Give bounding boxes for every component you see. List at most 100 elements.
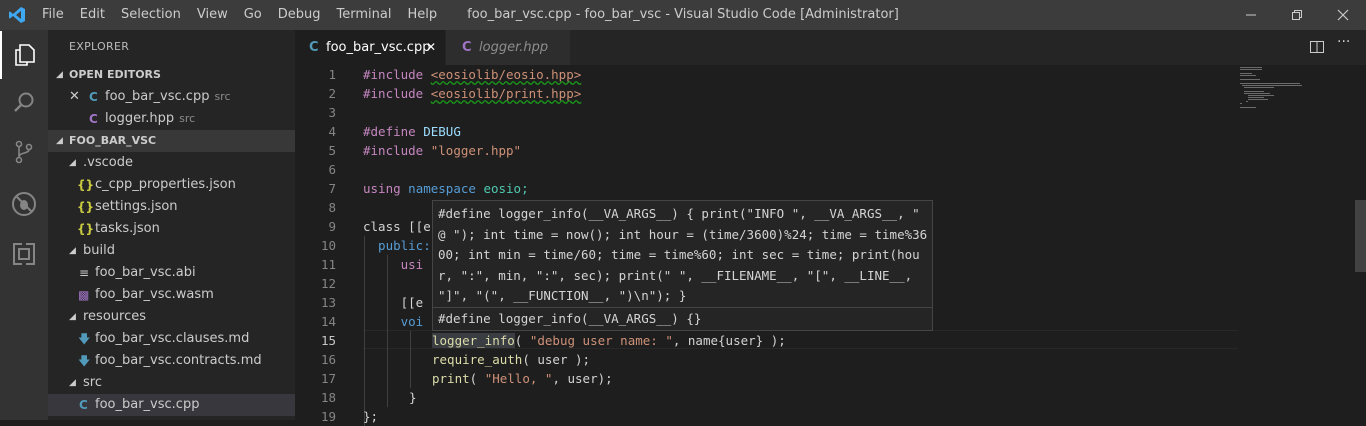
open-editors-header[interactable]: ◢ OPEN EDITORS <box>48 64 295 86</box>
tree-file[interactable]: {} c_cpp_properties.json <box>48 174 295 196</box>
close-icon[interactable]: ✕ <box>426 30 436 65</box>
minimize-icon <box>1246 14 1256 16</box>
tree-label: resources <box>83 309 147 324</box>
tree-file[interactable]: ▩ foo_bar_vsc.wasm <box>48 284 295 306</box>
tree-label: settings.json <box>95 199 178 214</box>
code-line: }; <box>363 409 379 424</box>
tree-label: c_cpp_properties.json <box>95 177 236 192</box>
code-line: using namespace eosio; <box>363 181 529 196</box>
chevron-down-icon: ◢ <box>56 136 63 146</box>
split-editor-icon <box>1310 41 1324 53</box>
extensions-icon <box>13 242 35 266</box>
menu-file[interactable]: File <box>34 0 72 30</box>
text-file-icon: ≡ <box>79 266 90 280</box>
split-editor-button[interactable] <box>1309 39 1325 55</box>
more-actions-button[interactable]: ··· <box>1337 34 1357 54</box>
code-line: public: <box>363 238 431 253</box>
hover-divider <box>433 307 932 308</box>
tree-folder[interactable]: ◢ src <box>48 372 295 394</box>
code-line: require_auth( user ); <box>432 352 591 367</box>
scrollbar-thumb[interactable] <box>1355 200 1366 272</box>
line-number: 13 <box>320 295 336 310</box>
tree-label: foo_bar_vsc.clauses.md <box>95 331 250 346</box>
macro-short-definition: #define logger_info(__VA_ARGS__) {} <box>438 311 702 326</box>
line-number: 5 <box>328 143 336 158</box>
tree-file[interactable]: {} settings.json <box>48 196 295 218</box>
tree-label: .vscode <box>83 155 133 170</box>
line-number: 8 <box>328 200 336 215</box>
menu-debug[interactable]: Debug <box>270 0 329 30</box>
open-editor-hint: src <box>214 90 231 103</box>
indent-guide <box>410 331 411 388</box>
line-number: 14 <box>320 314 336 329</box>
debug-icon <box>12 192 36 216</box>
line-number: 3 <box>328 105 336 120</box>
activity-search[interactable] <box>0 79 48 127</box>
cpp-file-icon: C <box>309 40 319 55</box>
markdown-file-icon: 🡇 <box>78 354 91 368</box>
activity-debug[interactable] <box>0 180 48 228</box>
menu-edit[interactable]: Edit <box>72 0 113 30</box>
menu-bar: File Edit Selection View Go Debug Termin… <box>34 0 445 30</box>
tab-foo-bar-vsc-cpp[interactable]: C foo_bar_vsc.cpp ✕ <box>295 30 445 65</box>
menu-help[interactable]: Help <box>399 0 445 30</box>
menu-terminal[interactable]: Terminal <box>329 0 400 30</box>
activity-explorer[interactable] <box>0 31 48 79</box>
code-line: print( "Hello, ", user); <box>432 371 613 386</box>
tree-folder[interactable]: ◢ build <box>48 240 295 262</box>
code-line: usi <box>363 257 424 272</box>
line-number-current: 15 <box>320 333 336 348</box>
maximize-button[interactable] <box>1274 0 1320 30</box>
open-editor-item[interactable]: C logger.hpp src <box>48 108 295 130</box>
line-number: 12 <box>320 276 336 291</box>
activity-extensions[interactable] <box>0 230 48 278</box>
title-bar: File Edit Selection View Go Debug Termin… <box>0 0 1366 30</box>
line-number: 17 <box>320 371 336 386</box>
indent-guide <box>387 255 388 407</box>
explorer-icon <box>15 44 35 66</box>
editor-tabs: C foo_bar_vsc.cpp ✕ C logger.hpp ··· <box>295 30 1366 65</box>
tab-logger-hpp[interactable]: C logger.hpp <box>446 30 570 65</box>
tree-folder[interactable]: ◢ resources <box>48 306 295 328</box>
menu-go[interactable]: Go <box>236 0 270 30</box>
chevron-down-icon: ◢ <box>69 378 76 388</box>
open-editor-item[interactable]: ✕ C foo_bar_vsc.cpp src <box>48 86 295 108</box>
tree-file[interactable]: 🡇 foo_bar_vsc.clauses.md <box>48 328 295 350</box>
tree-file[interactable]: C foo_bar_vsc.cpp <box>48 394 295 416</box>
close-window-button[interactable] <box>1320 0 1366 30</box>
tree-label: foo_bar_vsc.cpp <box>95 397 200 412</box>
explorer-title: EXPLORER <box>69 40 130 53</box>
tab-label: logger.hpp <box>479 40 549 55</box>
tree-label: foo_bar_vsc.contracts.md <box>95 353 262 368</box>
line-number: 11 <box>320 257 336 272</box>
hpp-file-icon: C <box>89 112 98 126</box>
line-number: 2 <box>328 86 336 101</box>
markdown-file-icon: 🡇 <box>78 332 91 346</box>
tree-label: src <box>83 375 102 390</box>
code-line: class [[e <box>363 219 431 234</box>
minimap[interactable] <box>1240 65 1352 420</box>
tree-label: foo_bar_vsc.wasm <box>95 287 214 302</box>
line-number: 19 <box>320 409 336 424</box>
tree-file[interactable]: {} tasks.json <box>48 218 295 240</box>
hover-tooltip: #define logger_info(__VA_ARGS__) { print… <box>432 200 933 331</box>
code-line: voi <box>363 314 424 329</box>
tree-label: foo_bar_vsc.abi <box>95 265 196 280</box>
code-line: [[e <box>363 295 424 310</box>
menu-view[interactable]: View <box>189 0 236 30</box>
activity-bar <box>0 30 48 420</box>
tree-file[interactable]: 🡇 foo_bar_vsc.contracts.md <box>48 350 295 372</box>
tree-file[interactable]: ≡ foo_bar_vsc.abi <box>48 262 295 284</box>
chevron-down-icon: ◢ <box>69 312 76 322</box>
activity-source-control[interactable] <box>0 128 48 176</box>
tree-label: build <box>83 243 115 258</box>
open-editor-name: foo_bar_vsc.cpp <box>105 89 210 104</box>
close-icon[interactable]: ✕ <box>69 86 80 108</box>
line-number: 9 <box>328 219 336 234</box>
project-header[interactable]: ◢ FOO_BAR_VSC <box>48 130 295 152</box>
vscode-logo-icon[interactable] <box>8 6 26 24</box>
line-number: 7 <box>328 181 336 196</box>
minimize-button[interactable] <box>1228 0 1274 30</box>
tree-folder[interactable]: ◢ .vscode <box>48 152 295 174</box>
menu-selection[interactable]: Selection <box>113 0 189 30</box>
